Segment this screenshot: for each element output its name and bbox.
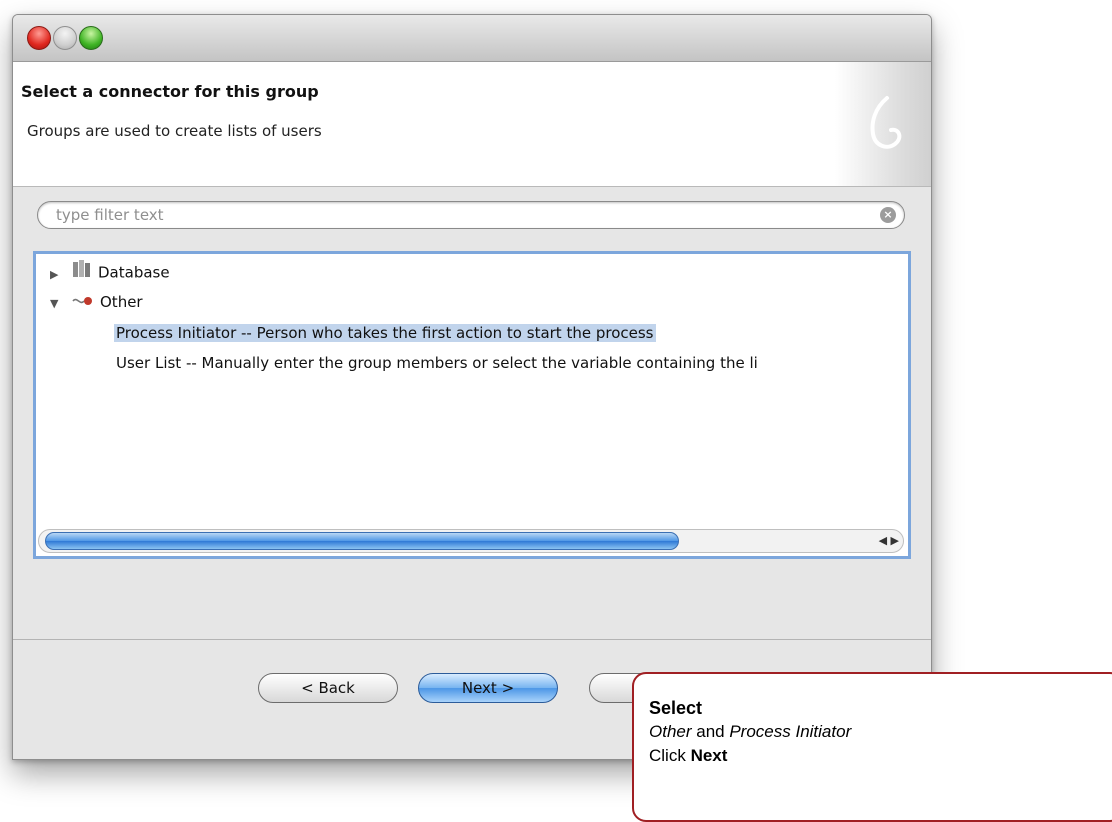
tree-node-label: Process Initiator -- Person who takes th… (114, 324, 656, 342)
tree-node-label: User List -- Manually enter the group me… (116, 354, 758, 372)
clear-search-icon[interactable]: × (880, 207, 896, 223)
callout-and: and (691, 722, 730, 741)
expand-arrow-icon[interactable]: ▶ (50, 262, 64, 288)
page-description: Groups are used to create lists of users (27, 122, 322, 140)
scrollbar-thumb[interactable] (45, 532, 679, 550)
callout-line-click: Click Next (649, 744, 1112, 768)
connector-tree[interactable]: ▶ Database ▼ Other Process Initiator -- … (33, 251, 911, 559)
title-bar[interactable] (13, 15, 931, 62)
tree-node-label: Other (100, 293, 143, 311)
divider (13, 639, 931, 640)
tree-node-process-initiator[interactable]: Process Initiator -- Person who takes th… (114, 320, 656, 346)
scroll-arrows[interactable]: ◀ ▶ (849, 532, 899, 550)
collapse-arrow-icon[interactable]: ▼ (50, 291, 64, 317)
minimize-window-button[interactable] (53, 26, 77, 50)
next-button[interactable]: Next > (418, 673, 558, 703)
callout-heading: Select (649, 698, 703, 718)
database-icon (72, 259, 92, 287)
tree-node-other[interactable]: ▼ Other (50, 289, 143, 315)
callout-other: Other (649, 722, 692, 741)
callout-line-select: Other and Process Initiator (649, 720, 1112, 744)
callout-process-initiator: Process Initiator (729, 722, 852, 741)
back-button[interactable]: < Back (258, 673, 398, 703)
tree-node-database[interactable]: ▶ Database (50, 259, 170, 285)
tree-node-label: Database (98, 263, 170, 282)
bonita-logo-icon (835, 62, 931, 186)
scroll-right-icon[interactable]: ▶ (891, 534, 899, 547)
zoom-window-button[interactable] (79, 26, 103, 50)
callout-click: Click (649, 746, 691, 765)
tree-node-user-list[interactable]: User List -- Manually enter the group me… (116, 350, 758, 376)
scroll-left-icon[interactable]: ◀ (879, 534, 887, 547)
filter-input[interactable] (37, 201, 905, 229)
close-window-button[interactable] (27, 26, 51, 50)
instruction-callout: Select Other and Process Initiator Click… (632, 672, 1112, 822)
wizard-window: Select a connector for this group Groups… (12, 14, 932, 760)
callout-next: Next (690, 746, 728, 765)
connector-icon (72, 290, 94, 316)
wizard-header: Select a connector for this group Groups… (13, 62, 931, 187)
page-title: Select a connector for this group (21, 82, 319, 101)
horizontal-scrollbar[interactable]: ◀ ▶ (38, 529, 904, 553)
